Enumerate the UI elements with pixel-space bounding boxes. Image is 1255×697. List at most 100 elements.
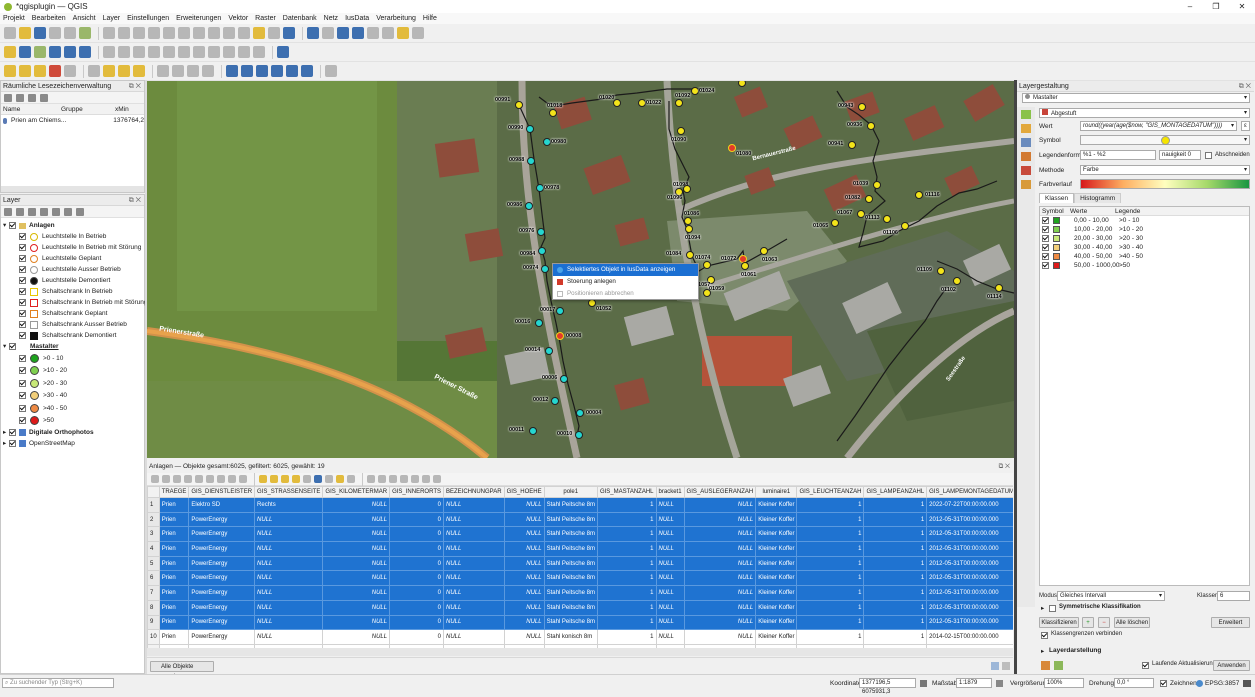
table-cell[interactable]: NULL [683, 585, 757, 601]
identify-icon[interactable] [307, 27, 319, 39]
table-cell[interactable]: Stahl Peitsche 8m [543, 526, 598, 543]
zoom-native-icon[interactable] [208, 27, 220, 39]
legend-checkbox[interactable] [19, 367, 26, 375]
menu-verarbeitung[interactable]: Verarbeitung [376, 15, 416, 22]
table-cell[interactable]: NULL [683, 511, 757, 528]
table-cell[interactable]: NULL [503, 497, 545, 513]
table-cell[interactable]: Stahl Peitsche 8m [543, 614, 598, 631]
expression-builder-icon[interactable]: ε [1241, 121, 1250, 131]
zoom-next-icon[interactable] [238, 27, 250, 39]
map-point[interactable] [760, 247, 768, 255]
table-cell[interactable]: Stahl Peitsche 8m [543, 570, 598, 587]
actions-icon[interactable] [433, 475, 441, 483]
add-group-icon[interactable] [16, 207, 24, 216]
expand-arrow-icon[interactable]: ▾ [1, 220, 9, 231]
table-cell[interactable]: 1 [596, 629, 657, 645]
table-cell[interactable]: NULL [322, 614, 391, 631]
layer-checkbox[interactable] [9, 343, 16, 350]
select-by-value-icon[interactable] [133, 65, 145, 77]
column-header[interactable]: luminaire1 [755, 486, 798, 498]
table-cell[interactable]: NULL [254, 511, 324, 528]
undo-icon[interactable] [1041, 661, 1050, 670]
eye-icon[interactable] [28, 207, 36, 216]
legend-checkbox[interactable] [19, 244, 26, 251]
expand-arrow-icon[interactable]: ▾ [1, 341, 9, 352]
map-point[interactable] [867, 122, 875, 130]
class-checkbox[interactable] [1042, 253, 1049, 260]
table-cell[interactable]: NULL [254, 599, 324, 616]
table-cell[interactable]: 1 [596, 497, 657, 513]
table-row[interactable]: 3 Prien PowerEnergy NULL NULL 0 NULL NULL Stahl … [147, 526, 1013, 543]
table-cell[interactable]: NULL [655, 585, 685, 601]
vertex-tool-icon[interactable] [163, 46, 175, 58]
table-row[interactable]: 9 Prien PowerEnergy NULL NULL 0 NULL NULL Stahl … [147, 614, 1013, 631]
map-point[interactable] [883, 215, 891, 223]
save-project-icon[interactable] [34, 27, 46, 39]
table-cell[interactable]: 1 [596, 599, 657, 616]
group-checkbox[interactable] [9, 222, 16, 229]
digitize-icon[interactable] [103, 46, 115, 58]
filter-icon[interactable] [40, 207, 48, 216]
legend-checkbox[interactable] [19, 354, 26, 362]
table-cell[interactable]: 0 [389, 497, 444, 513]
table-cell[interactable]: 2012-05-31T00:00:00.000 [926, 526, 1013, 543]
table-cell[interactable]: 2012-05-31T00:00:00.000 [926, 570, 1013, 587]
table-cell[interactable]: NULL [503, 541, 545, 557]
map-point[interactable] [575, 431, 583, 439]
class-checkbox[interactable] [1042, 235, 1049, 242]
classes-count-spinbox[interactable]: 6 [1217, 591, 1250, 601]
column-header[interactable]: GIS_AUSLEGERANZAH [683, 486, 757, 498]
table-cell[interactable]: NULL [655, 614, 685, 631]
legend-item[interactable]: >10 - 20 [1, 365, 144, 378]
table-cell[interactable]: 1 [863, 629, 928, 645]
new-project-icon[interactable] [4, 27, 16, 39]
classify-button[interactable]: Klassifizieren [1039, 617, 1079, 628]
live-update-checkbox[interactable] [1142, 662, 1149, 669]
table-cell[interactable]: Stahl Peitsche 8m [543, 585, 598, 601]
table-cell[interactable]: PowerEnergy [188, 614, 256, 631]
class-legend[interactable]: >50 [1119, 260, 1130, 271]
table-cell[interactable]: NULL [254, 555, 324, 572]
map-point[interactable] [691, 87, 699, 95]
select-by-expression-icon[interactable] [259, 475, 267, 483]
menu-erweiterungen[interactable]: Erweiterungen [176, 15, 221, 22]
bookmark-row[interactable]: Prien am Chiems... 1376764,2 [1, 115, 144, 126]
row-number[interactable]: 7 [147, 585, 160, 601]
renderer-select[interactable]: Abgestuft ▾ [1039, 108, 1250, 118]
tab-classes[interactable]: Klassen [1039, 193, 1075, 203]
delete-feature-icon[interactable] [178, 46, 190, 58]
show-all-features-button[interactable]: Alle Objekte anzeigen [150, 661, 214, 680]
table-cell[interactable]: 1 [596, 555, 657, 572]
map-point[interactable] [865, 195, 873, 203]
table-cell[interactable]: NULL [683, 599, 757, 616]
plugin-icon[interactable] [277, 46, 289, 58]
map-point[interactable] [536, 184, 544, 192]
map-point[interactable] [857, 210, 865, 218]
map-point[interactable] [848, 141, 856, 149]
table-cell[interactable]: NULL [322, 526, 391, 543]
advanced-button[interactable]: Erweitert [1211, 617, 1250, 628]
table-cell[interactable]: 0 [389, 555, 444, 572]
table-cell[interactable]: NULL [443, 585, 505, 601]
diagrams-tab-icon[interactable] [1021, 166, 1031, 175]
map-point[interactable] [560, 375, 568, 383]
table-cell[interactable]: NULL [254, 570, 324, 587]
menu-item-cancel-positioning[interactable]: Positionieren abbrechen [553, 288, 698, 300]
table-row[interactable]: 10 Prien PowerEnergy NULL NULL 0 NULL NULL Stahl… [147, 629, 1013, 645]
more-tools-icon[interactable] [325, 65, 337, 77]
class-checkbox[interactable] [1042, 217, 1049, 224]
col-xmin[interactable]: xMin [115, 104, 129, 115]
legend-item[interactable]: Schaltschrank In Betrieb mit Störung [1, 297, 148, 308]
temporal-icon[interactable] [268, 27, 280, 39]
zoom-out-icon[interactable] [148, 27, 160, 39]
legend-item[interactable]: >50 [1, 415, 144, 428]
table-icon[interactable] [367, 27, 379, 39]
class-checkbox[interactable] [1042, 244, 1049, 251]
table-cell[interactable]: NULL [443, 555, 505, 572]
panel-close-icon[interactable]: ⧉ ✕ [129, 81, 141, 92]
crs-icon[interactable] [1196, 680, 1203, 687]
table-cell[interactable]: 1 [796, 511, 865, 528]
table-cell[interactable]: Prien [158, 570, 190, 587]
map-point[interactable] [915, 191, 923, 199]
tab-histogram[interactable]: Histogramm [1074, 193, 1122, 203]
